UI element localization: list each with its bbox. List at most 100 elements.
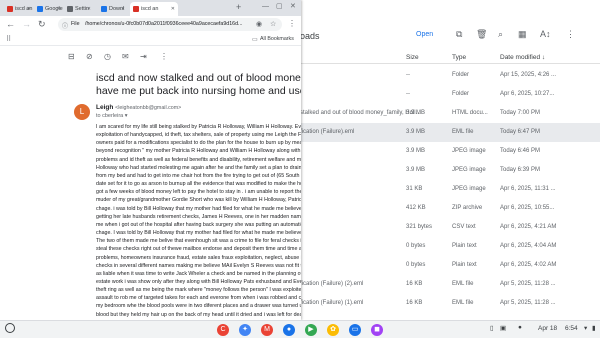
- browser-tab[interactable]: Settin ✕: [64, 2, 94, 16]
- file-row[interactable]: 0 bytes Plain text Apr 6, 2025, 4:02 AM: [300, 256, 600, 275]
- file-info-icon[interactable]: ⓘ: [62, 21, 68, 30]
- new-tab-icon[interactable]: +: [236, 2, 241, 12]
- clipboard-icon[interactable]: ▯: [490, 324, 494, 332]
- recipient-details[interactable]: to cberleira ▾: [96, 113, 128, 119]
- snooze-icon[interactable]: ◷: [104, 52, 111, 61]
- battery-icon[interactable]: ▮: [592, 324, 596, 332]
- grid-view-icon[interactable]: ▦: [518, 29, 527, 40]
- report-icon[interactable]: ⊘: [86, 52, 93, 61]
- file-size: 0 bytes: [406, 262, 426, 268]
- close-window-icon[interactable]: ✕: [290, 2, 296, 10]
- body-line: exploitation of handycapped, id theft, t…: [96, 132, 301, 139]
- browser-tab[interactable]: iscd an ✕: [4, 2, 34, 16]
- tab-favicon-icon: [133, 6, 139, 12]
- date-column[interactable]: Date modified ↓: [500, 54, 545, 61]
- open-button[interactable]: Open: [416, 31, 433, 38]
- file-row[interactable]: 0 bytes Plain text Apr 6, 2025, 4:04 AM: [300, 237, 600, 256]
- file-type: Folder: [452, 72, 470, 78]
- tab-favicon-icon: [101, 6, 107, 12]
- minimize-icon[interactable]: —: [262, 3, 269, 10]
- browser-tab[interactable]: Downl ✕: [98, 2, 128, 16]
- file-name: fication (Failure).eml: [300, 129, 355, 135]
- sender-line: Leigh <leigheatonbb@gmail.com>: [96, 104, 181, 111]
- file-row[interactable]: stalked and out of blood money_family, H…: [300, 104, 600, 123]
- move-icon[interactable]: ⇥: [140, 52, 147, 61]
- body-line: chage. I was told by Bill Holloway that …: [96, 230, 301, 237]
- file-type: HTML docu...: [452, 110, 488, 116]
- all-bookmarks-link[interactable]: All Bookmarks: [260, 36, 294, 42]
- address-bar[interactable]: ⓘ File /home/chronos/u-0fc0b07d0a2011f09…: [58, 18, 282, 31]
- file-date: Apr 6, 2025, 4:02 AM: [500, 262, 557, 268]
- url-text[interactable]: /home/chronos/u-0fc0b07d0a2011f0936ceee4…: [85, 21, 245, 27]
- size-column[interactable]: Size: [406, 54, 419, 61]
- email-body: I am scared for my life still being stal…: [96, 123, 301, 318]
- files-app-window: oads Open ⧉ 🗑 ⌕ ▦ A↕ ⋮ Size Type Date mo…: [300, 0, 600, 320]
- tab-label: Settin: [75, 6, 90, 12]
- browser-tab[interactable]: Google ✕: [34, 2, 64, 16]
- file-row[interactable]: fication (Failure).eml 3.9 MB EML file Toda…: [300, 123, 600, 142]
- maximize-icon[interactable]: ▢: [276, 2, 283, 10]
- shelf-app-icon[interactable]: ▶: [305, 324, 317, 336]
- body-line: my bedroom whe the blood pools were in t…: [96, 303, 301, 310]
- screenshot-icon[interactable]: ▣: [500, 324, 506, 332]
- browser-tab[interactable]: iscd an ✕: [130, 2, 178, 16]
- shelf-app-icon[interactable]: ✿: [327, 324, 339, 336]
- mail-toolbar: ⊟ ⊘ ◷ ✉ ⇥ ⋮: [0, 48, 301, 66]
- file-row[interactable]: 412 KB ZIP archive Apr 6, 2025, 10:55...: [300, 199, 600, 218]
- file-size: 321 bytes: [406, 224, 433, 230]
- file-date: Today 7:00 PM: [500, 110, 541, 116]
- close-tab-icon[interactable]: ✕: [171, 6, 175, 12]
- file-row[interactable]: 31 KB JPEG image Apr 6, 2025, 11:31 ...: [300, 180, 600, 199]
- date-text[interactable]: Apr 18: [538, 325, 557, 332]
- file-row[interactable]: -- Folder Apr 15, 2025, 4:26 ...: [300, 66, 600, 85]
- reload-icon[interactable]: ↻: [38, 19, 46, 30]
- file-size: 31 KB: [406, 186, 423, 192]
- shelf-app-icon[interactable]: ◼: [371, 324, 383, 336]
- shelf-app-icon[interactable]: ●: [283, 324, 295, 336]
- bookmark-star-icon[interactable]: ☆: [270, 20, 276, 28]
- apps-grid-icon[interactable]: ⠿: [6, 35, 11, 43]
- file-row[interactable]: fication (Failure) (1).eml 16 KB EML file A…: [300, 294, 600, 313]
- back-icon[interactable]: ←: [6, 19, 15, 29]
- forward-icon[interactable]: →: [22, 19, 31, 29]
- search-icon[interactable]: ⌕: [498, 29, 503, 40]
- body-line: getting her late husbands retirement che…: [96, 213, 301, 220]
- label-icon[interactable]: ✉: [122, 52, 129, 61]
- notification-icon[interactable]: ●: [518, 324, 522, 331]
- launcher-icon[interactable]: [5, 323, 15, 333]
- copy-icon[interactable]: ⧉: [456, 29, 462, 40]
- bookmarks-bar: ⠿ ▭ All Bookmarks: [0, 34, 301, 46]
- file-date: Apr 5, 2025, 11:28 ...: [500, 300, 556, 306]
- shelf-app-icon[interactable]: C: [217, 324, 229, 336]
- close-tab-icon[interactable]: ✕: [87, 6, 91, 12]
- delete-icon[interactable]: 🗑: [476, 29, 487, 40]
- file-row[interactable]: 321 bytes CSV text Apr 6, 2025, 4:21 AM: [300, 218, 600, 237]
- chrome-window: iscd an ✕ Google ✕ Settin ✕ Downl ✕ iscd an ✕ + —…: [0, 0, 301, 320]
- view-icon[interactable]: ◉: [256, 20, 262, 28]
- file-size: 3.9 MB: [406, 167, 426, 173]
- chrome-menu-icon[interactable]: ⋮: [288, 19, 296, 28]
- close-tab-icon[interactable]: ✕: [121, 6, 125, 12]
- wifi-icon[interactable]: ▾: [584, 324, 587, 332]
- file-type: Plain text: [452, 243, 477, 249]
- file-row[interactable]: 3.9 MB JPEG image Today 6:39 PM: [300, 161, 600, 180]
- file-row[interactable]: 3.9 MB JPEG image Today 6:46 PM: [300, 142, 600, 161]
- time-text[interactable]: 6:54: [565, 325, 578, 332]
- sender-email: <leigheatonbb@gmail.com>: [115, 105, 182, 111]
- shelf-app-icon[interactable]: M: [261, 324, 273, 336]
- file-row[interactable]: -- Folder Apr 6, 2025, 10:27...: [300, 85, 600, 104]
- shelf-app-icon[interactable]: ✦: [239, 324, 251, 336]
- more-icon[interactable]: ⋮: [566, 29, 575, 40]
- close-tab-icon[interactable]: ✕: [57, 6, 61, 12]
- close-tab-icon[interactable]: ✕: [27, 6, 31, 12]
- files-column-header: Size Type Date modified ↓: [300, 50, 600, 64]
- shelf-app-icon[interactable]: ▭: [349, 324, 361, 336]
- file-name: fication (Failure) (2).eml: [300, 281, 364, 287]
- type-column[interactable]: Type: [452, 54, 466, 61]
- file-type: CSV text: [452, 224, 476, 230]
- tab-label: iscd an: [15, 6, 33, 12]
- sort-icon[interactable]: A↕: [540, 29, 551, 39]
- file-row[interactable]: fication (Failure) (2).eml 16 KB EML file A…: [300, 275, 600, 294]
- archive-icon[interactable]: ⊟: [68, 52, 75, 61]
- more-actions-icon[interactable]: ⋮: [160, 52, 168, 61]
